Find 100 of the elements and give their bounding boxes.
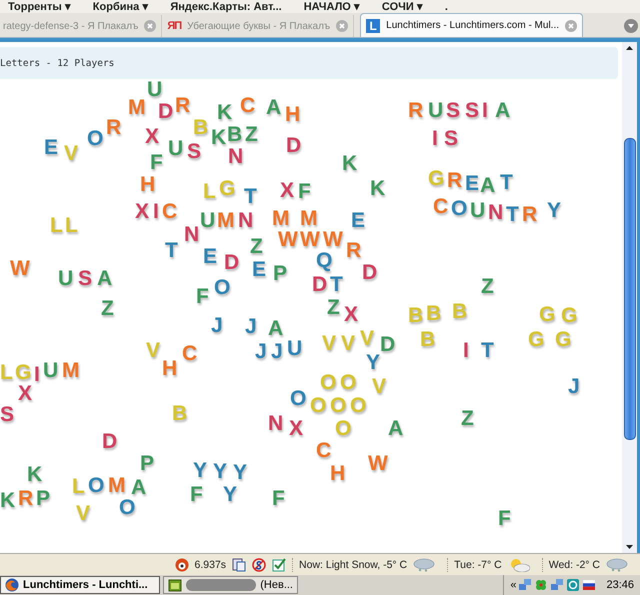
letter-magnet[interactable]: L	[203, 181, 216, 202]
letter-magnet[interactable]: Y	[223, 484, 238, 505]
letter-magnet[interactable]: T	[481, 340, 494, 361]
letter-magnet[interactable]: H	[140, 174, 156, 195]
letter-magnet[interactable]: K	[211, 127, 226, 148]
letter-magnet[interactable]: D	[380, 334, 396, 355]
letter-magnet[interactable]: U	[428, 100, 444, 121]
letter-magnet[interactable]: W	[278, 229, 298, 250]
letter-magnet[interactable]: C	[240, 95, 256, 116]
letter-magnet[interactable]: C	[316, 440, 332, 461]
weather-forecast[interactable]: Tue: -7° C	[454, 558, 502, 570]
letter-magnet[interactable]: Z	[250, 236, 263, 257]
bookmark-item[interactable]: .	[444, 1, 448, 13]
letter-magnet[interactable]: O	[88, 475, 104, 496]
letter-magnet[interactable]: Z	[481, 276, 494, 297]
letter-magnet[interactable]: O	[214, 277, 230, 298]
letter-magnet[interactable]: S	[78, 268, 92, 289]
letter-magnet[interactable]: M	[128, 97, 146, 118]
letter-magnet[interactable]: D	[286, 135, 302, 156]
bookmark-item[interactable]: НАЧАЛО ▾	[304, 1, 360, 13]
letter-magnet[interactable]: Y	[193, 460, 208, 481]
weather-forecast[interactable]: Now: Light Snow, -5° C	[299, 558, 408, 570]
letter-magnet[interactable]: J	[245, 316, 257, 337]
letter-magnet[interactable]: X	[344, 304, 358, 325]
tray-expand-button[interactable]: «	[510, 579, 516, 591]
letter-magnet[interactable]: P	[140, 453, 154, 474]
browser-tab[interactable]: rategy-defense-3 - Я Плакалъ	[0, 15, 162, 37]
letter-magnet[interactable]: R	[346, 240, 362, 261]
letter-magnet[interactable]: O	[119, 497, 136, 518]
letter-magnet[interactable]: W	[10, 258, 30, 279]
letter-magnet[interactable]: L	[0, 362, 13, 383]
letter-magnet[interactable]: A	[131, 477, 146, 498]
letter-magnet[interactable]: R	[106, 117, 122, 138]
letter-magnet[interactable]: B	[426, 303, 442, 324]
letter-magnet[interactable]: K	[27, 464, 42, 485]
sync-icon[interactable]	[566, 578, 580, 592]
letter-magnet[interactable]: T	[244, 186, 257, 207]
letter-magnet[interactable]: L	[65, 215, 78, 236]
bookmark-item[interactable]: СОЧИ ▾	[382, 1, 423, 13]
letter-magnet[interactable]: O	[290, 388, 306, 409]
letter-magnet[interactable]: R	[447, 170, 462, 191]
letter-magnet[interactable]: O	[451, 198, 468, 219]
letter-magnet[interactable]: V	[341, 333, 356, 354]
flag-icon[interactable]	[582, 578, 596, 592]
letter-magnet[interactable]: X	[289, 418, 304, 439]
taskbar-button[interactable]: Lunchtimers - Lunchti...	[0, 576, 160, 594]
letter-magnet[interactable]: W	[300, 229, 320, 250]
letter-magnet[interactable]: S	[465, 100, 480, 121]
browser-tab[interactable]: L Lunchtimers - Lunchtimers.com - Mul...	[360, 13, 583, 37]
network-icon[interactable]	[550, 578, 564, 592]
letter-magnet[interactable]: Y	[233, 462, 248, 483]
letter-magnet[interactable]: J	[271, 341, 283, 362]
letter-magnet[interactable]: D	[362, 262, 378, 283]
letter-magnet[interactable]: I	[34, 364, 40, 385]
letter-magnet[interactable]: M	[272, 208, 290, 229]
letter-magnet[interactable]: G	[528, 329, 544, 350]
letter-magnet[interactable]: O	[340, 372, 356, 393]
letter-magnet[interactable]: Q	[316, 250, 332, 271]
letter-magnet[interactable]: U	[43, 360, 58, 381]
letter-magnet[interactable]: F	[498, 508, 511, 529]
letter-magnet[interactable]: E	[351, 210, 366, 231]
letter-magnet[interactable]: F	[190, 484, 203, 505]
letter-magnet[interactable]: X	[145, 126, 160, 147]
letter-magnet[interactable]: S	[444, 128, 458, 149]
letter-magnet[interactable]: U	[168, 138, 184, 159]
letter-magnet[interactable]: Z	[101, 298, 114, 319]
letter-magnet[interactable]: O	[310, 395, 326, 416]
letter-magnet[interactable]: F	[196, 286, 209, 307]
letter-magnet[interactable]: V	[322, 333, 336, 354]
letter-magnet[interactable]: N	[488, 202, 504, 223]
letter-magnet[interactable]: B	[408, 305, 424, 326]
browser-tab[interactable]: ЯП Убегающие буквы - Я Плакалъ	[162, 15, 354, 37]
letter-magnet[interactable]: V	[64, 143, 78, 164]
letter-magnet[interactable]: M	[300, 208, 318, 229]
tab-list-icon[interactable]	[624, 19, 638, 33]
letter-magnet[interactable]: M	[217, 210, 234, 231]
letter-magnet[interactable]: S	[0, 404, 14, 425]
scrollbar[interactable]	[622, 42, 637, 553]
letter-magnet[interactable]: K	[0, 490, 16, 511]
letter-magnet[interactable]: H	[285, 104, 300, 125]
letter-magnet[interactable]: M	[108, 475, 126, 496]
letter-magnet[interactable]: W	[368, 453, 388, 474]
letter-magnet[interactable]: Z	[461, 408, 474, 429]
letter-magnet[interactable]: O	[335, 418, 352, 439]
letter-magnet[interactable]: O	[330, 395, 346, 416]
letter-magnet[interactable]: S	[187, 141, 202, 162]
letter-magnet[interactable]: G	[15, 362, 32, 383]
letter-magnet[interactable]: F	[298, 181, 311, 202]
letter-magnet[interactable]: R	[408, 100, 424, 121]
letter-magnet[interactable]: T	[500, 172, 513, 193]
letter-magnet[interactable]: G	[428, 168, 444, 189]
weather-forecast[interactable]: Wed: -2° C	[548, 558, 600, 570]
letter-magnet[interactable]: M	[62, 360, 80, 381]
letter-magnet[interactable]: I	[463, 340, 469, 361]
letter-magnet[interactable]: V	[146, 340, 160, 361]
network-icon[interactable]	[518, 578, 532, 592]
letter-magnet[interactable]: H	[330, 463, 346, 484]
letter-magnet[interactable]: Y	[213, 461, 228, 482]
letter-magnet[interactable]: V	[360, 328, 374, 349]
letter-magnet[interactable]: T	[330, 274, 343, 295]
